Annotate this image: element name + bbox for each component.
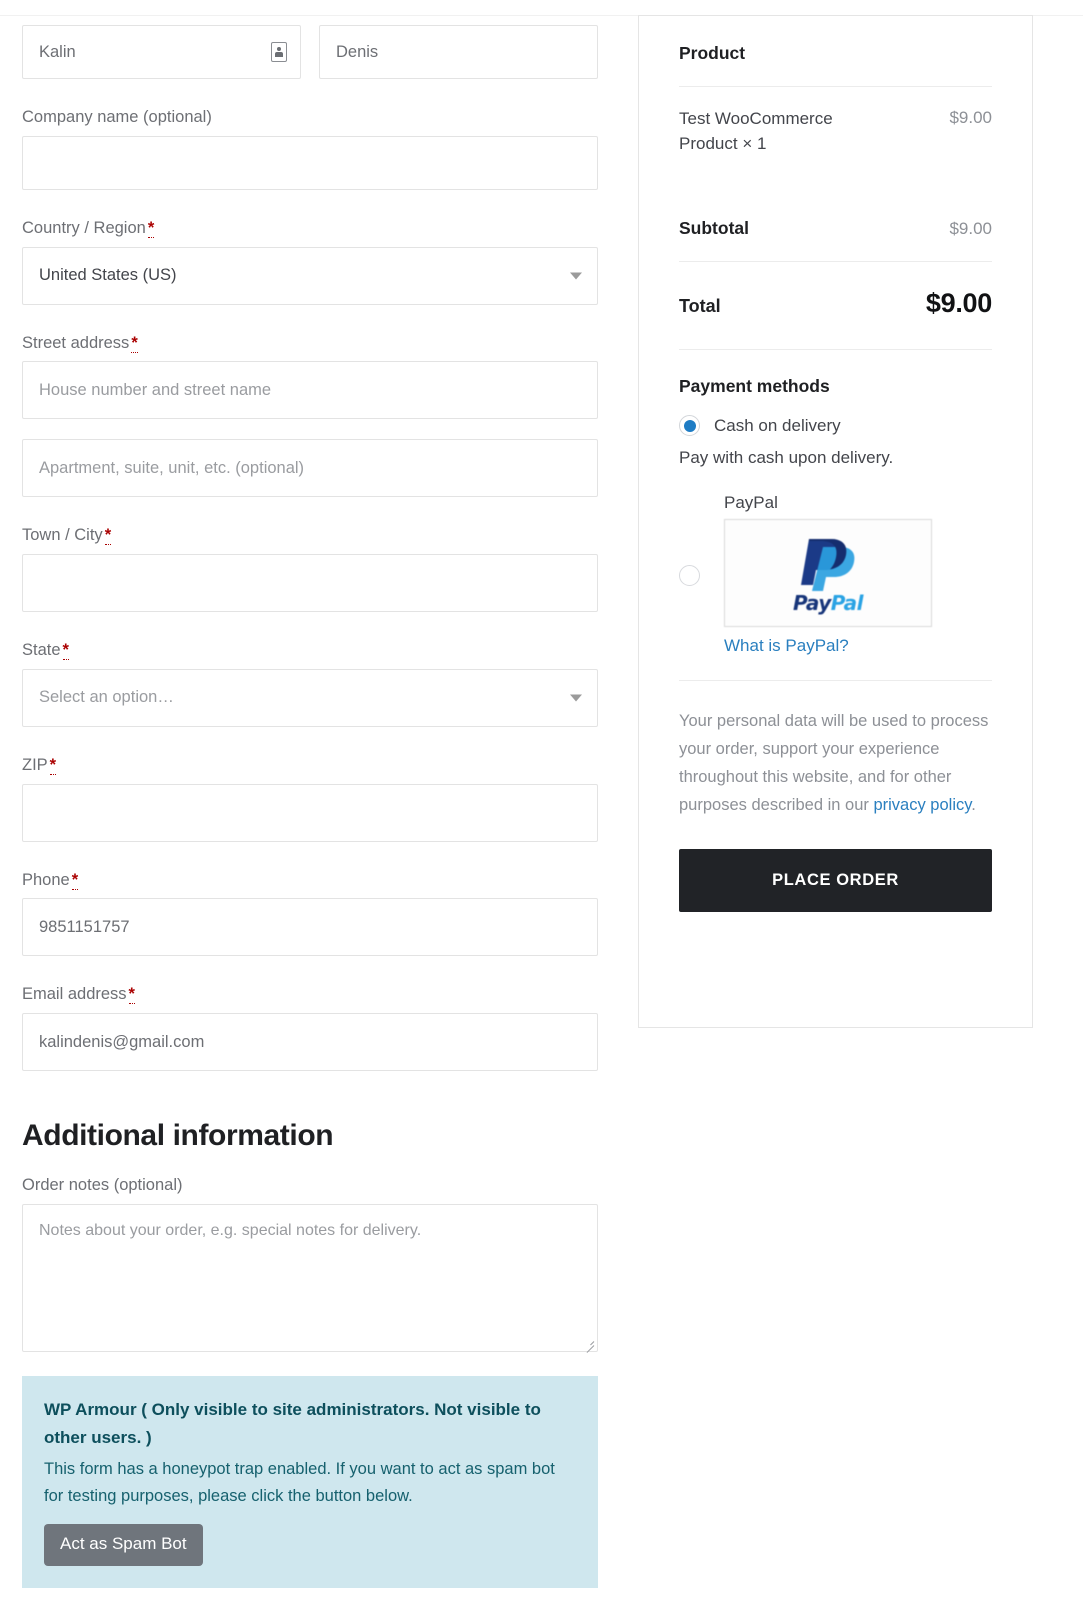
zip-input[interactable] [22,783,598,842]
street-address-input[interactable] [22,361,598,420]
cash-on-delivery-label: Cash on delivery [714,416,841,436]
paypal-wordmark-pal: Pal [830,590,864,615]
street-address-2-field [22,439,598,498]
total-label: Total [679,296,721,317]
company-field: Company name (optional) [22,105,598,190]
order-item-quantity: × 1 [742,133,767,153]
phone-input[interactable] [22,898,598,957]
city-field: Town / City * [22,523,598,612]
required-mark: * [62,641,69,660]
subtotal-label: Subtotal [679,218,749,239]
country-select[interactable]: United States (US) [22,246,598,305]
required-mark: * [147,218,155,238]
billing-form: Company name (optional) Country / Region… [22,25,598,1588]
place-order-button[interactable]: Place order [679,849,992,913]
last-name-input[interactable] [319,25,598,79]
order-notes-label: Order notes (optional) [22,1173,598,1198]
order-review-panel: Product Test WooCommerce Product × 1 $9.… [638,15,1033,1028]
city-label-text: Town / City [22,526,103,545]
order-subtotal-row: Subtotal $9.00 [679,218,992,263]
first-name-input[interactable] [22,25,301,79]
cash-on-delivery-description: Pay with cash upon delivery. [679,448,894,468]
zip-label-text: ZIP [22,755,48,774]
order-total-row: Total $9.00 [679,262,992,351]
paypal-logo-image: PayPal [724,518,932,627]
payment-methods-heading: Payment methods [679,376,830,397]
email-label-text: Email address [22,985,127,1004]
company-input[interactable] [22,135,598,190]
wp-armour-body: This form has a honeypot trap enabled. I… [44,1459,555,1506]
radio-cash-on-delivery[interactable] [679,415,700,437]
privacy-text: Your personal data will be used to proce… [679,707,992,819]
required-mark: * [104,526,112,546]
email-label: Email address * [22,982,598,1007]
wp-armour-title: WP Armour ( Only visible to site adminis… [44,1399,541,1447]
total-value: $9.00 [925,288,992,319]
order-notes-field: Order notes (optional) [22,1173,598,1352]
street-address-label-text: Street address [22,333,130,352]
state-label: State * [22,638,598,663]
street-address-field: Street address * [22,331,598,420]
wp-armour-notice: WP Armour ( Only visible to site adminis… [22,1375,598,1588]
order-item-name-wrap: Test WooCommerce Product × 1 [679,107,879,156]
state-field: State * Select an option… [22,638,598,727]
what-is-paypal-link[interactable]: What is PayPal? [724,636,992,656]
email-field: Email address * [22,982,598,1071]
required-mark: * [71,870,79,890]
privacy-notice: Your personal data will be used to proce… [679,679,992,819]
country-label: Country / Region * [22,216,598,241]
privacy-text-after: . [971,796,976,815]
country-field: Country / Region * United States (US) [22,216,598,305]
radio-paypal[interactable] [679,564,700,586]
first-name-field [22,25,301,79]
street-address-2-input[interactable] [22,439,598,498]
required-mark: * [128,985,135,1005]
city-label: Town / City * [22,523,598,548]
payment-option-paypal[interactable]: PayPal PayPal What is PayPal? [679,493,992,656]
state-select[interactable]: Select an option… [22,668,598,727]
zip-label: ZIP * [22,753,598,778]
order-notes-label-text: Order notes (optional) [22,1176,183,1194]
order-line-item: Test WooCommerce Product × 1 $9.00 [679,87,992,156]
paypal-wordmark-pay: Pay [792,590,831,615]
state-selected-value: Select an option… [39,688,174,707]
company-label: Company name (optional) [22,105,598,130]
country-label-text: Country / Region [22,218,146,237]
product-column-header: Product [679,16,992,87]
paypal-option-body: PayPal PayPal What is PayPal? [714,493,992,656]
zip-field: ZIP * [22,753,598,842]
company-label-text: Company name (optional) [22,108,212,126]
phone-label-text: Phone [22,870,70,889]
name-row [22,25,598,79]
last-name-field [319,25,598,79]
paypal-mark-icon [797,533,859,591]
privacy-policy-link[interactable]: privacy policy [873,796,971,814]
paypal-wordmark: PayPal [792,590,864,615]
contact-card-icon[interactable] [271,42,287,62]
phone-label: Phone * [22,868,598,893]
country-selected-value: United States (US) [39,266,177,284]
required-mark: * [131,333,138,353]
street-address-label: Street address * [22,331,598,356]
act-as-spam-bot-button[interactable]: Act as Spam Bot [44,1524,203,1566]
additional-information-title: Additional information [22,1119,334,1152]
payment-option-cod[interactable]: Cash on delivery [679,413,992,437]
paypal-label: PayPal [724,492,778,512]
phone-field: Phone * [22,868,598,957]
order-notes-textarea[interactable] [22,1203,598,1352]
state-label-text: State [22,641,61,659]
email-input[interactable] [22,1013,598,1071]
subtotal-value: $9.00 [949,219,992,239]
city-input[interactable] [22,554,598,612]
order-item-price: $9.00 [949,108,992,127]
required-mark: * [49,755,57,775]
